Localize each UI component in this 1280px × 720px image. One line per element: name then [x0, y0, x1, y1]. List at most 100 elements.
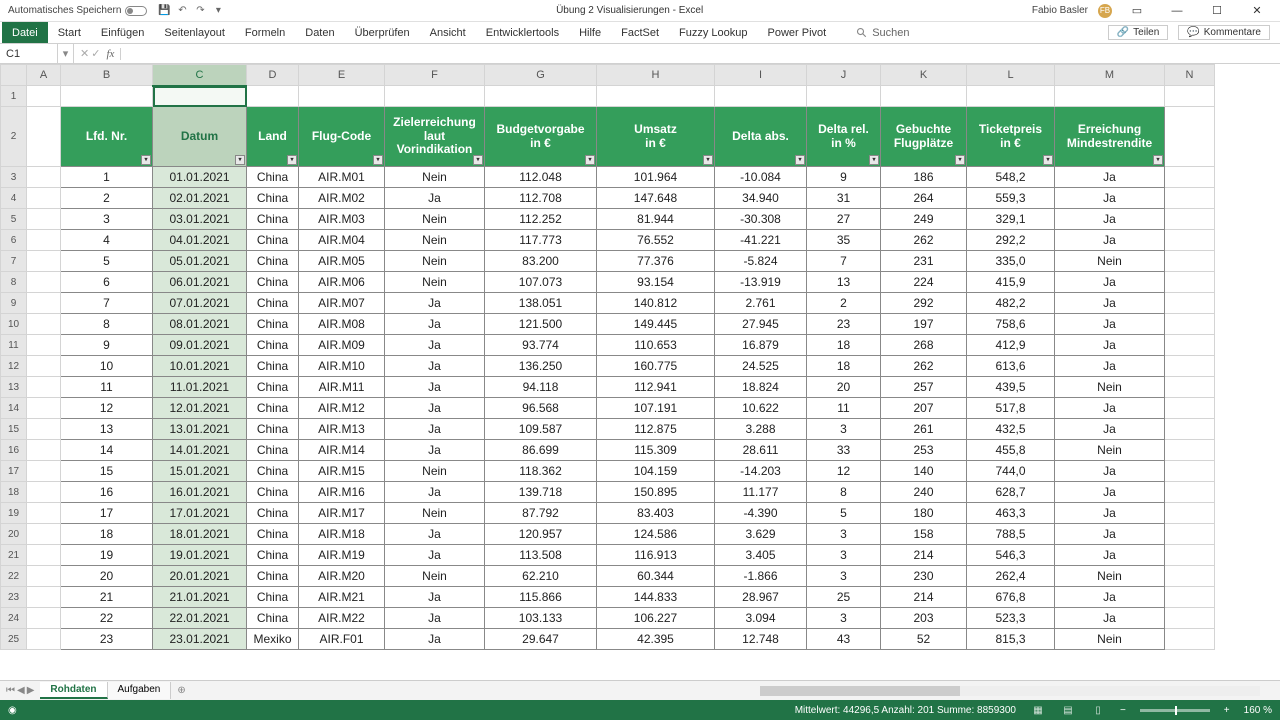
table-cell[interactable]: 112.941: [597, 377, 715, 398]
table-cell[interactable]: Ja: [385, 188, 485, 209]
table-cell[interactable]: 335,0: [967, 251, 1055, 272]
row-header-10[interactable]: 10: [1, 314, 27, 335]
table-cell[interactable]: 25: [807, 587, 881, 608]
table-cell[interactable]: 77.376: [597, 251, 715, 272]
name-box-dropdown[interactable]: ▾: [58, 44, 74, 63]
table-cell[interactable]: 9: [807, 167, 881, 188]
table-cell[interactable]: 10: [61, 356, 153, 377]
table-cell[interactable]: 08.01.2021: [153, 314, 247, 335]
table-cell[interactable]: 12: [807, 461, 881, 482]
select-all-cell[interactable]: [1, 65, 27, 86]
table-cell[interactable]: 2: [807, 293, 881, 314]
table-cell[interactable]: Nein: [385, 230, 485, 251]
col-header-L[interactable]: L: [967, 65, 1055, 86]
table-cell[interactable]: Ja: [385, 440, 485, 461]
table-cell[interactable]: 5: [61, 251, 153, 272]
formula-enter-icon[interactable]: ✓: [91, 47, 100, 60]
table-cell[interactable]: Ja: [1055, 545, 1165, 566]
table-cell[interactable]: 15.01.2021: [153, 461, 247, 482]
table-cell[interactable]: China: [247, 440, 299, 461]
table-cell[interactable]: 09.01.2021: [153, 335, 247, 356]
table-cell[interactable]: AIR.M09: [299, 335, 385, 356]
table-cell[interactable]: 121.500: [485, 314, 597, 335]
table-cell[interactable]: Ja: [385, 629, 485, 650]
row-header-23[interactable]: 23: [1, 587, 27, 608]
table-cell[interactable]: Ja: [385, 356, 485, 377]
filter-dropdown-icon[interactable]: ▾: [1153, 155, 1163, 165]
table-cell[interactable]: 150.895: [597, 482, 715, 503]
row-header-19[interactable]: 19: [1, 503, 27, 524]
table-cell[interactable]: 21.01.2021: [153, 587, 247, 608]
ribbon-tab-formeln[interactable]: Formeln: [235, 22, 295, 43]
table-cell[interactable]: 240: [881, 482, 967, 503]
table-cell[interactable]: 9: [61, 335, 153, 356]
table-cell[interactable]: 11: [807, 398, 881, 419]
horizontal-scrollbar[interactable]: [760, 686, 1260, 696]
table-cell[interactable]: AIR.M04: [299, 230, 385, 251]
zoom-level[interactable]: 160 %: [1244, 705, 1272, 716]
table-header[interactable]: Datum▾: [153, 107, 247, 167]
table-cell[interactable]: Nein: [385, 251, 485, 272]
table-cell[interactable]: 107.191: [597, 398, 715, 419]
fx-icon[interactable]: fx: [106, 48, 121, 60]
table-cell[interactable]: 06.01.2021: [153, 272, 247, 293]
ribbon-tab-start[interactable]: Start: [48, 22, 91, 43]
col-header-N[interactable]: N: [1165, 65, 1215, 86]
table-cell[interactable]: China: [247, 461, 299, 482]
table-cell[interactable]: 19.01.2021: [153, 545, 247, 566]
table-cell[interactable]: 3: [807, 608, 881, 629]
cell-C1[interactable]: [153, 86, 247, 107]
table-cell[interactable]: Ja: [1055, 272, 1165, 293]
col-header-F[interactable]: F: [385, 65, 485, 86]
table-cell[interactable]: 20: [61, 566, 153, 587]
col-header-G[interactable]: G: [485, 65, 597, 86]
row-header-24[interactable]: 24: [1, 608, 27, 629]
table-cell[interactable]: 16: [61, 482, 153, 503]
qat-customize-icon[interactable]: ▾: [209, 5, 227, 16]
table-cell[interactable]: Nein: [385, 503, 485, 524]
table-cell[interactable]: China: [247, 167, 299, 188]
table-cell[interactable]: 112.708: [485, 188, 597, 209]
table-cell[interactable]: 3.405: [715, 545, 807, 566]
cell-J1[interactable]: [807, 86, 881, 107]
table-cell[interactable]: -5.824: [715, 251, 807, 272]
ribbon-tab-power pivot[interactable]: Power Pivot: [758, 22, 837, 43]
table-cell[interactable]: 11: [61, 377, 153, 398]
table-cell[interactable]: 3: [807, 566, 881, 587]
table-cell[interactable]: AIR.M01: [299, 167, 385, 188]
table-cell[interactable]: Ja: [1055, 503, 1165, 524]
cell-M1[interactable]: [1055, 86, 1165, 107]
table-cell[interactable]: 113.508: [485, 545, 597, 566]
table-cell[interactable]: 93.774: [485, 335, 597, 356]
table-header[interactable]: Delta abs.▾: [715, 107, 807, 167]
row-header-5[interactable]: 5: [1, 209, 27, 230]
table-cell[interactable]: AIR.M20: [299, 566, 385, 587]
table-cell[interactable]: 329,1: [967, 209, 1055, 230]
ribbon-tab-seitenlayout[interactable]: Seitenlayout: [154, 22, 235, 43]
table-cell[interactable]: 13.01.2021: [153, 419, 247, 440]
table-cell[interactable]: 42.395: [597, 629, 715, 650]
table-cell[interactable]: China: [247, 398, 299, 419]
table-cell[interactable]: 18: [61, 524, 153, 545]
table-cell[interactable]: 6: [61, 272, 153, 293]
table-cell[interactable]: -10.084: [715, 167, 807, 188]
table-cell[interactable]: -1.866: [715, 566, 807, 587]
table-cell[interactable]: 268: [881, 335, 967, 356]
table-cell[interactable]: 94.118: [485, 377, 597, 398]
table-cell[interactable]: AIR.M22: [299, 608, 385, 629]
table-cell[interactable]: Ja: [1055, 461, 1165, 482]
table-cell[interactable]: Ja: [385, 377, 485, 398]
table-cell[interactable]: 144.833: [597, 587, 715, 608]
cell-D1[interactable]: [247, 86, 299, 107]
cell-K1[interactable]: [881, 86, 967, 107]
zoom-in-icon[interactable]: +: [1224, 705, 1230, 716]
comments-button[interactable]: 💬 Kommentare: [1178, 25, 1270, 40]
table-cell[interactable]: 103.133: [485, 608, 597, 629]
table-cell[interactable]: China: [247, 419, 299, 440]
table-cell[interactable]: Nein: [385, 272, 485, 293]
table-cell[interactable]: 292: [881, 293, 967, 314]
table-cell[interactable]: Ja: [1055, 167, 1165, 188]
table-cell[interactable]: AIR.M19: [299, 545, 385, 566]
search-box[interactable]: Suchen: [856, 27, 909, 39]
save-icon[interactable]: 💾: [155, 5, 173, 16]
